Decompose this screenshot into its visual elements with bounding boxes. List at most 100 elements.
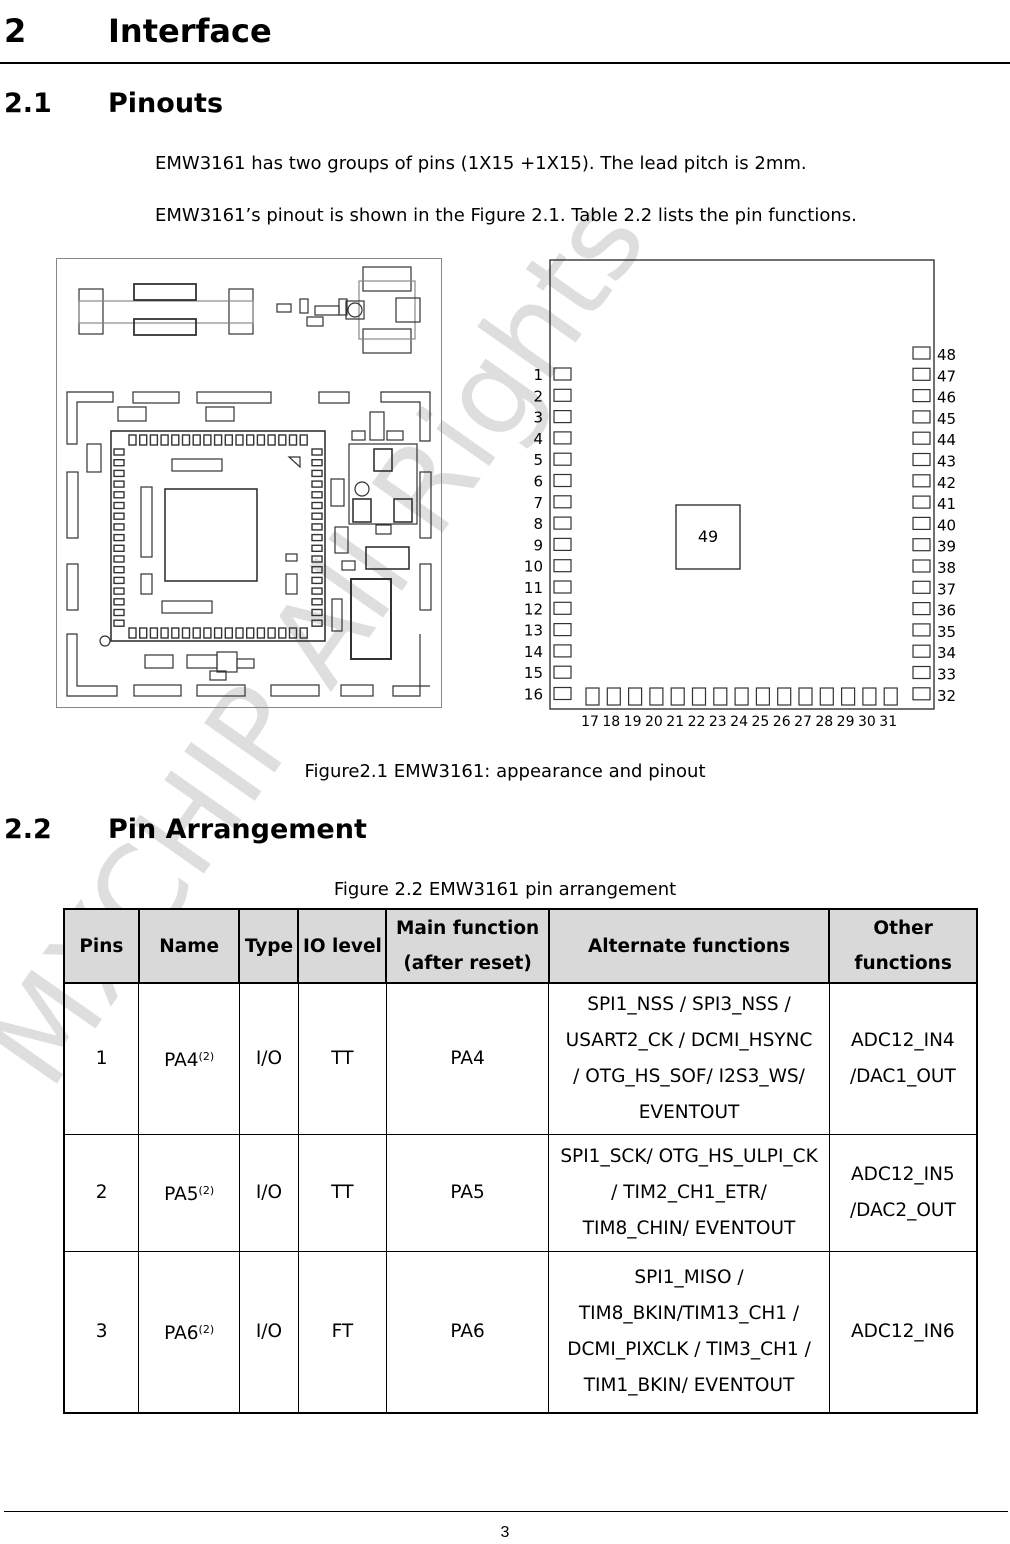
pin-label: 11 bbox=[524, 579, 543, 597]
pin-pad bbox=[819, 687, 834, 706]
chip-pad bbox=[113, 598, 125, 606]
pin-label: 17 bbox=[581, 714, 599, 730]
chip-pad bbox=[311, 448, 323, 456]
chip-pad bbox=[245, 627, 255, 639]
chip-pad bbox=[311, 576, 323, 585]
pin-note: (2) bbox=[198, 1050, 215, 1063]
chip-pad bbox=[213, 627, 223, 639]
chip-pad bbox=[311, 533, 323, 542]
chip-pad bbox=[171, 627, 180, 639]
pin-pad bbox=[912, 452, 931, 467]
chip-pad bbox=[311, 598, 323, 606]
cell-main-function: PA6 bbox=[385, 1251, 550, 1414]
pin-pad bbox=[912, 687, 931, 701]
alt-line: TIM8_CHIN/ EVENTOUT bbox=[582, 1218, 796, 1239]
chip-pad bbox=[256, 627, 266, 639]
pin-label: 25 bbox=[751, 714, 769, 730]
pin-pad bbox=[912, 367, 931, 381]
chip-pad bbox=[181, 627, 191, 639]
alt-line: DCMI_PIXCLK / TIM3_CH1 / bbox=[567, 1339, 811, 1360]
chip-pad bbox=[192, 434, 201, 446]
chip-pad bbox=[311, 501, 323, 510]
pin-label: 34 bbox=[937, 644, 956, 662]
cell-type: I/O bbox=[238, 1251, 299, 1414]
header-pins: Pins bbox=[63, 908, 140, 984]
chip-pad bbox=[311, 619, 323, 627]
cell-other-functions: ADC12_IN4 /DAC1_OUT bbox=[828, 982, 978, 1135]
chip-pad bbox=[113, 608, 125, 617]
pin-label: 43 bbox=[937, 453, 956, 471]
chip-pad bbox=[160, 434, 169, 446]
pin-label: 32 bbox=[937, 687, 956, 705]
alt-line: EVENTOUT bbox=[638, 1102, 740, 1123]
pin-pad bbox=[912, 431, 931, 445]
alt-line: / TIM2_CH1_ETR/ bbox=[611, 1182, 767, 1203]
pin-label: 10 bbox=[524, 558, 543, 576]
pin-pad bbox=[649, 687, 664, 706]
pin-label: 30 bbox=[858, 714, 876, 730]
pin-name: PA4 bbox=[164, 1050, 199, 1071]
chip-pad bbox=[267, 434, 276, 446]
pin-pad bbox=[755, 687, 770, 706]
section-number: 2.2 bbox=[4, 814, 52, 845]
chip-pad bbox=[113, 576, 125, 585]
header-main-line2: (after reset) bbox=[403, 953, 532, 974]
table-row: 2 PA5(2) I/O TT PA5 SPI1_SCK/ OTG_HS_ULP… bbox=[63, 1134, 978, 1252]
chip-pad bbox=[245, 434, 255, 446]
chip-pad bbox=[113, 619, 125, 627]
pin-label: 28 bbox=[815, 714, 833, 730]
cell-main-function: PA5 bbox=[385, 1134, 550, 1252]
page-number: 3 bbox=[500, 1524, 510, 1541]
alt-line: TIM1_BKIN/ EVENTOUT bbox=[583, 1375, 795, 1396]
pin-pad bbox=[553, 410, 572, 424]
pin-label: 38 bbox=[937, 559, 956, 577]
cell-pin: 3 bbox=[63, 1251, 140, 1414]
pin-pad bbox=[713, 687, 728, 706]
pin-pad bbox=[553, 537, 572, 551]
pin-label: 26 bbox=[773, 714, 791, 730]
pin-label: 12 bbox=[524, 600, 543, 618]
pin-pad bbox=[553, 367, 572, 381]
chip-pad bbox=[113, 555, 125, 563]
pin-label: 47 bbox=[937, 367, 956, 385]
chip-pad bbox=[311, 587, 323, 595]
cell-other-functions: ADC12_IN6 bbox=[828, 1251, 978, 1414]
chip-pad bbox=[113, 480, 125, 488]
header-io-level: IO level bbox=[297, 908, 388, 984]
cell-alternate-functions: SPI1_NSS / SPI3_NSS / USART2_CK / DCMI_H… bbox=[548, 982, 830, 1135]
module-appearance-drawing bbox=[66, 266, 432, 697]
pin-label: 44 bbox=[937, 431, 956, 449]
chip-pad bbox=[311, 555, 323, 563]
pin-pad bbox=[585, 687, 600, 706]
cell-pin: 2 bbox=[63, 1134, 140, 1252]
other-line: ADC12_IN5 bbox=[851, 1164, 955, 1185]
other-line: /DAC1_OUT bbox=[849, 1066, 956, 1087]
paragraph: EMW3161 has two groups of pins (1X15 +1X… bbox=[155, 153, 807, 174]
other-line: ADC12_IN6 bbox=[851, 1321, 955, 1342]
pin-label: 6 bbox=[533, 473, 543, 491]
pin-label: 16 bbox=[524, 686, 543, 704]
pin-label: 3 bbox=[533, 409, 543, 427]
pin-label: 14 bbox=[524, 643, 543, 661]
chip-pad bbox=[181, 434, 191, 446]
pin-label: 40 bbox=[937, 516, 956, 534]
pin-pad bbox=[798, 687, 813, 706]
pin-pad bbox=[553, 665, 572, 679]
header-main-line1: Main function bbox=[395, 918, 540, 939]
pin-label: 45 bbox=[937, 410, 956, 428]
pin-pad bbox=[553, 623, 572, 637]
chip-pad bbox=[311, 566, 323, 574]
alt-line: / OTG_HS_SOF/ I2S3_WS/ bbox=[573, 1066, 805, 1087]
pin-pad bbox=[912, 559, 931, 573]
alt-line: USART2_CK / DCMI_HSYNC bbox=[565, 1030, 813, 1051]
figure-caption: Figure2.1 EMW3161: appearance and pinout bbox=[304, 761, 706, 782]
section-title: Pinouts bbox=[108, 88, 224, 119]
pin-name: PA6 bbox=[164, 1323, 199, 1344]
chip-pad bbox=[149, 627, 159, 639]
chip-pad bbox=[128, 434, 137, 446]
pin-pad bbox=[553, 686, 572, 701]
chip-pad bbox=[311, 491, 323, 499]
pin-pad bbox=[606, 687, 621, 706]
chip-pad bbox=[288, 627, 298, 639]
chip-pad bbox=[113, 469, 125, 478]
